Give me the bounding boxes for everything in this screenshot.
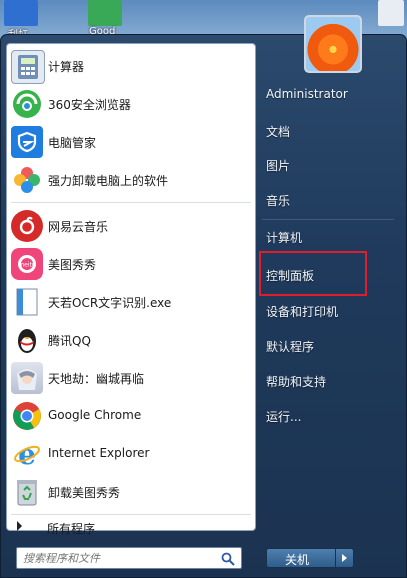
360-browser-icon — [11, 88, 43, 120]
program-label: Internet Explorer — [48, 446, 150, 460]
program-item-game[interactable]: 天地劫：幽城再临 — [7, 359, 255, 397]
program-label: 腾讯QQ — [48, 334, 91, 348]
netease-music-icon — [11, 210, 43, 242]
search-icon[interactable] — [221, 552, 235, 566]
game-character-icon — [11, 362, 43, 394]
program-item-uninstall-meitu[interactable]: 卸载美图秀秀 — [7, 473, 255, 511]
calculator-icon — [11, 50, 45, 84]
documents-link[interactable]: 文档 — [266, 123, 290, 140]
default-programs-link[interactable]: 默认程序 — [266, 338, 314, 355]
search-box[interactable] — [16, 547, 242, 569]
program-item-chrome[interactable]: Google Chrome — [7, 397, 255, 435]
programs-panel: 计算器 360安全浏览器 电脑管家 强力卸载电脑上的软件 网易云音乐 meitu… — [6, 43, 256, 536]
program-item-uninstaller[interactable]: 强力卸载电脑上的软件 — [7, 161, 255, 199]
divider — [11, 202, 251, 203]
program-label: 天若OCR文字识别.exe — [48, 296, 172, 310]
program-item-360-browser[interactable]: 360安全浏览器 — [7, 85, 255, 123]
uninstaller-icon — [11, 164, 43, 196]
chrome-icon — [11, 400, 43, 432]
desktop-app-icon[interactable] — [88, 0, 122, 26]
svg-text:e: e — [18, 439, 36, 469]
shutdown-button[interactable]: 关机 — [266, 548, 336, 568]
computer-link[interactable]: 计算机 — [266, 229, 302, 246]
program-item-netease-music[interactable]: 网易云音乐 — [7, 207, 255, 245]
program-item-meitu[interactable]: meitu 美图秀秀 — [7, 245, 255, 283]
desktop-app-icon[interactable] — [378, 0, 404, 26]
shutdown-label: 关机 — [285, 553, 310, 567]
program-item-internet-explorer[interactable]: e Internet Explorer — [7, 435, 255, 473]
start-menu: 计算器 360安全浏览器 电脑管家 强力卸载电脑上的软件 网易云音乐 meitu… — [0, 15, 407, 578]
program-label: 网易云音乐 — [48, 220, 109, 234]
search-input[interactable] — [23, 550, 213, 566]
user-name-link[interactable]: Administrator — [266, 87, 348, 101]
all-programs-button[interactable]: 所有程序 — [7, 516, 255, 538]
meitu-icon: meitu — [11, 248, 43, 280]
ocr-exe-icon — [11, 286, 43, 318]
internet-explorer-icon: e — [11, 438, 43, 470]
program-item-pc-manager[interactable]: 电脑管家 — [7, 123, 255, 161]
svg-text:meitu: meitu — [18, 262, 36, 269]
divider — [262, 219, 394, 220]
run-link[interactable]: 运行... — [266, 408, 301, 425]
devices-printers-link[interactable]: 设备和打印机 — [266, 303, 338, 320]
recycle-bin-icon — [11, 476, 43, 508]
shutdown-options-button[interactable] — [336, 548, 354, 568]
highlight-box — [259, 251, 367, 296]
pc-manager-icon — [11, 126, 43, 158]
program-label: 计算器 — [48, 60, 85, 74]
qq-penguin-icon — [11, 324, 43, 356]
program-item-ocr-exe[interactable]: 天若OCR文字识别.exe — [7, 283, 255, 321]
music-link[interactable]: 音乐 — [266, 192, 290, 209]
all-programs-label: 所有程序 — [47, 522, 96, 536]
program-label: 电脑管家 — [48, 136, 97, 150]
pictures-link[interactable]: 图片 — [266, 157, 290, 174]
help-support-link[interactable]: 帮助和支持 — [266, 373, 326, 390]
program-label: 卸载美图秀秀 — [48, 486, 121, 500]
desktop-app-icon[interactable] — [4, 0, 38, 26]
program-label: 360安全浏览器 — [48, 98, 131, 112]
divider — [11, 514, 251, 515]
program-label: Google Chrome — [48, 408, 142, 422]
user-avatar[interactable] — [304, 15, 362, 73]
program-item-calculator[interactable]: 计算器 — [7, 47, 255, 85]
program-label: 强力卸载电脑上的软件 — [48, 174, 169, 188]
triangle-right-icon — [17, 521, 22, 531]
program-label: 美图秀秀 — [48, 258, 97, 272]
program-label: 天地劫：幽城再临 — [48, 372, 145, 386]
program-item-qq[interactable]: 腾讯QQ — [7, 321, 255, 359]
